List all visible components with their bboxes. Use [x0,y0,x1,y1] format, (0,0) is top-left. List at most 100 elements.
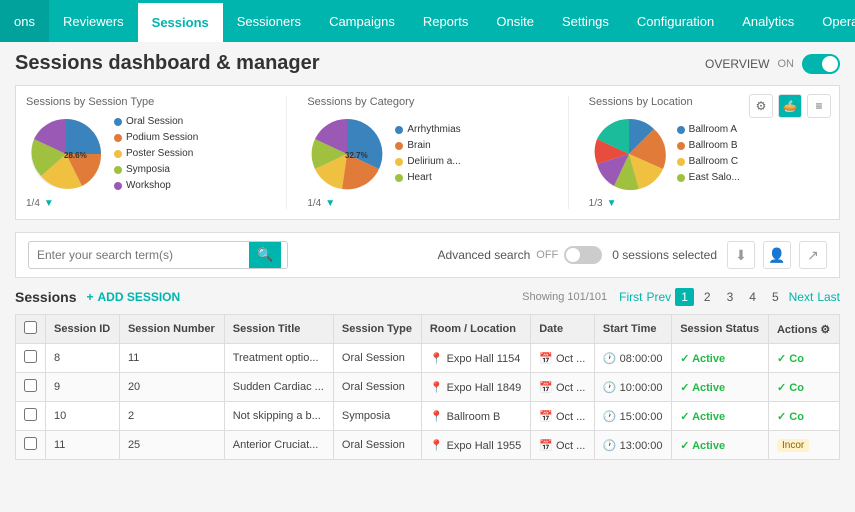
action-icons-area: ⬇ 👤 ↗ [727,241,827,269]
row-session-id: 8 [46,344,120,373]
search-input[interactable] [29,243,249,267]
header-actions: Actions ⚙ [768,315,839,344]
row-session-type: Oral Session [333,373,421,402]
overview-on-label: ON [778,58,795,70]
chart-category-nav-label: 1/4 [307,198,321,209]
page-5[interactable]: 5 [766,288,785,306]
select-all-checkbox[interactable] [24,321,37,334]
legend-session-type: Oral Session Podium Session Poster Sessi… [114,114,198,194]
nav-item-configuration[interactable]: Configuration [623,0,728,42]
prev-page-link[interactable]: Prev [647,290,672,304]
row-session-id: 11 [46,431,120,460]
nav-item-analytics[interactable]: Analytics [728,0,808,42]
search-input-wrap: 🔍 [28,241,288,269]
row-session-number: 2 [119,402,224,431]
search-bar: 🔍 Advanced search OFF 0 sessions selecte… [15,232,840,278]
list-view-btn[interactable]: ≡ [807,94,831,118]
chart-category-nav: 1/4 ▼ [307,198,547,209]
charts-section: ⚙ 🥧 ≡ Sessions by Session Type [15,85,840,220]
row-session-type: Oral Session [333,431,421,460]
row-date: 📅 Oct ... [531,431,595,460]
chart-location-nav-down[interactable]: ▼ [607,198,617,209]
table-row: 11 25 Anterior Cruciat... Oral Session 📍… [16,431,840,460]
top-navigation: ons Reviewers Sessions Sessioners Campai… [0,0,855,42]
header-session-title: Session Title [224,315,333,344]
row-location: 📍 Expo Hall 1154 [421,344,530,373]
row-action: ✓ Co [768,373,839,402]
gear-icon-btn[interactable]: ⚙ [749,94,773,118]
search-button[interactable]: 🔍 [249,242,281,268]
row-session-title: Sudden Cardiac ... [224,373,333,402]
advanced-search-area: Advanced search OFF [438,246,603,264]
header-checkbox-col [16,315,46,344]
row-checkbox[interactable] [16,373,46,402]
overview-toggle-area: OVERVIEW ON [705,54,840,74]
nav-item-reports[interactable]: Reports [409,0,483,42]
nav-item-ons[interactable]: ons [0,0,49,42]
row-status: ✓ Active [672,344,769,373]
pie-location [589,114,669,194]
next-page-link[interactable]: Next [789,290,814,304]
legend-location: Ballroom A Ballroom B Ballroom C East Sa… [677,122,740,186]
table-row: 9 20 Sudden Cardiac ... Oral Session 📍 E… [16,373,840,402]
nav-item-sessioners[interactable]: Sessioners [223,0,315,42]
nav-item-operation[interactable]: Operation [808,0,855,42]
page-3[interactable]: 3 [721,288,740,306]
header-session-id: Session ID [46,315,120,344]
row-location: 📍 Ballroom B [421,402,530,431]
overview-toggle-switch[interactable] [802,54,840,74]
chart-type-nav-label: 1/4 [26,198,40,209]
header-session-status: Session Status [672,315,769,344]
download-icon-btn[interactable]: ⬇ [727,241,755,269]
row-action: Incor [768,431,839,460]
row-start-time: 🕐 13:00:00 [594,431,671,460]
nav-item-settings[interactable]: Settings [548,0,623,42]
page-title: Sessions dashboard & manager [15,52,320,75]
chart-location-nav-label: 1/3 [589,198,603,209]
row-status: ✓ Active [672,402,769,431]
row-session-title: Anterior Cruciat... [224,431,333,460]
row-location: 📍 Expo Hall 1955 [421,431,530,460]
page-1[interactable]: 1 [675,288,694,306]
chart-category-title: Sessions by Category [307,96,547,108]
advanced-search-state: OFF [536,249,558,261]
last-page-link[interactable]: Last [817,290,840,304]
sessions-pagination: Showing 101/101 First Prev 1 2 3 4 5 Nex… [522,288,840,306]
export-icon-btn[interactable]: ↗ [799,241,827,269]
row-start-time: 🕐 08:00:00 [594,344,671,373]
chart-type-title: Sessions by Session Type [26,96,266,108]
sessions-label: Sessions [15,289,76,305]
pie-category: 32.7% [307,114,387,194]
row-start-time: 🕐 10:00:00 [594,373,671,402]
svg-text:28.6%: 28.6% [64,151,87,160]
nav-item-campaigns[interactable]: Campaigns [315,0,409,42]
sessions-table: Session ID Session Number Session Title … [15,314,840,460]
nav-item-sessions[interactable]: Sessions [138,0,223,42]
row-checkbox[interactable] [16,431,46,460]
first-page-link[interactable]: First [619,290,642,304]
table-row: 8 11 Treatment optio... Oral Session 📍 E… [16,344,840,373]
row-session-number: 20 [119,373,224,402]
row-checkbox[interactable] [16,402,46,431]
overview-label: OVERVIEW [705,57,769,71]
page-2[interactable]: 2 [698,288,717,306]
chart-category: Sessions by Category 32.7% Arrhythmias B… [307,96,547,209]
showing-info: Showing 101/101 [522,291,607,303]
nav-item-reviewers[interactable]: Reviewers [49,0,138,42]
row-action: ✓ Co [768,344,839,373]
header-room-location: Room / Location [421,315,530,344]
row-session-number: 25 [119,431,224,460]
add-session-button[interactable]: + ADD SESSION [86,290,180,304]
chart-type-nav-down[interactable]: ▼ [44,198,54,209]
page-4[interactable]: 4 [743,288,762,306]
chart-view-controls: ⚙ 🥧 ≡ [749,94,831,118]
pie-chart-view-btn[interactable]: 🥧 [778,94,802,118]
sessions-header: Sessions + ADD SESSION Showing 101/101 F… [15,288,840,306]
row-location: 📍 Expo Hall 1849 [421,373,530,402]
advanced-search-toggle[interactable] [564,246,602,264]
row-checkbox[interactable] [16,344,46,373]
nav-item-onsite[interactable]: Onsite [482,0,548,42]
table-row: 10 2 Not skipping a b... Symposia 📍 Ball… [16,402,840,431]
chart-category-nav-down[interactable]: ▼ [325,198,335,209]
user-icon-btn[interactable]: 👤 [763,241,791,269]
